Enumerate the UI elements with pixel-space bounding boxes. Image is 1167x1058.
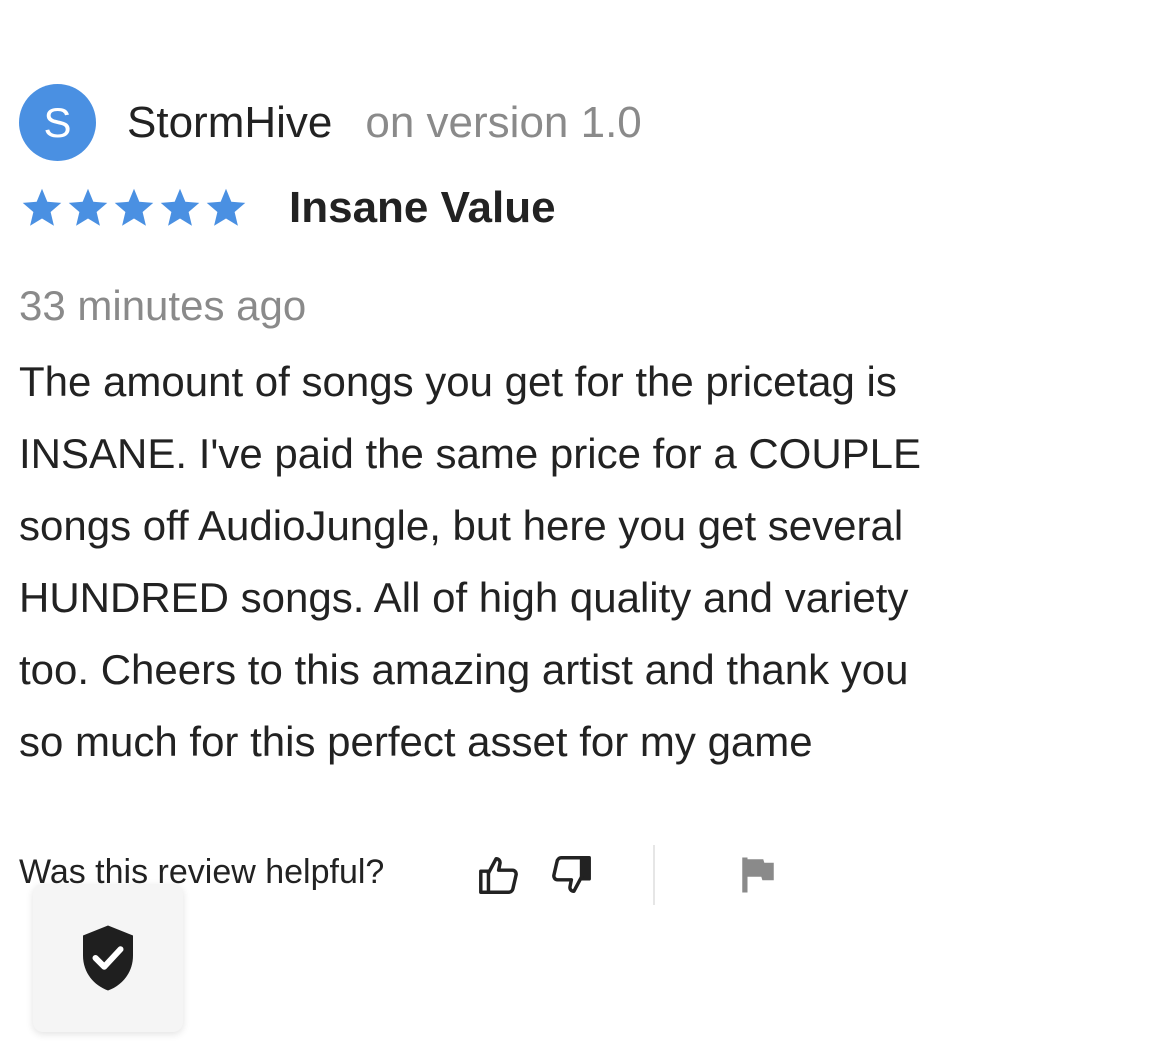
- review-body-line: songs off AudioJungle, but here you get …: [19, 502, 904, 549]
- helpful-row: Was this review helpful?: [19, 845, 1159, 905]
- divider: [653, 845, 655, 905]
- star-icon: [206, 188, 246, 226]
- reviewer-name[interactable]: StormHive: [127, 98, 332, 148]
- star-icon: [68, 188, 108, 226]
- star-icon: [22, 188, 62, 226]
- review-title: Insane Value: [289, 183, 556, 232]
- version-label: on version 1.0: [365, 97, 642, 147]
- flag-icon: [742, 857, 774, 893]
- rating-row: Insane Value: [19, 180, 556, 236]
- thumbs-down-button[interactable]: [547, 851, 595, 899]
- thumbs-up-icon: [479, 856, 518, 894]
- review-body-line: too. Cheers to this amazing artist and t…: [19, 646, 909, 693]
- star-icon: [114, 188, 154, 226]
- avatar[interactable]: S: [19, 84, 96, 161]
- thumbs-down-icon: [552, 856, 591, 894]
- review-body-line: INSANE. I've paid the same price for a C…: [19, 430, 922, 477]
- star-icon: [160, 188, 200, 226]
- report-button[interactable]: [734, 851, 782, 899]
- thumbs-up-button[interactable]: [475, 851, 523, 899]
- review-page: S StormHive on version 1.0 Insane Value …: [0, 0, 1167, 1058]
- review-body: The amount of songs you get for the pric…: [19, 346, 1139, 778]
- star-rating: [19, 186, 249, 230]
- security-badge[interactable]: [33, 884, 183, 1032]
- review-timestamp: 33 minutes ago: [19, 282, 307, 329]
- review-body-line: HUNDRED songs. All of high quality and v…: [19, 574, 909, 621]
- shield-check-icon: [83, 925, 133, 991]
- review-body-line: so much for this perfect asset for my ga…: [19, 718, 813, 765]
- review-body-line: The amount of songs you get for the pric…: [19, 358, 897, 405]
- review-header: S StormHive on version 1.0: [19, 84, 642, 161]
